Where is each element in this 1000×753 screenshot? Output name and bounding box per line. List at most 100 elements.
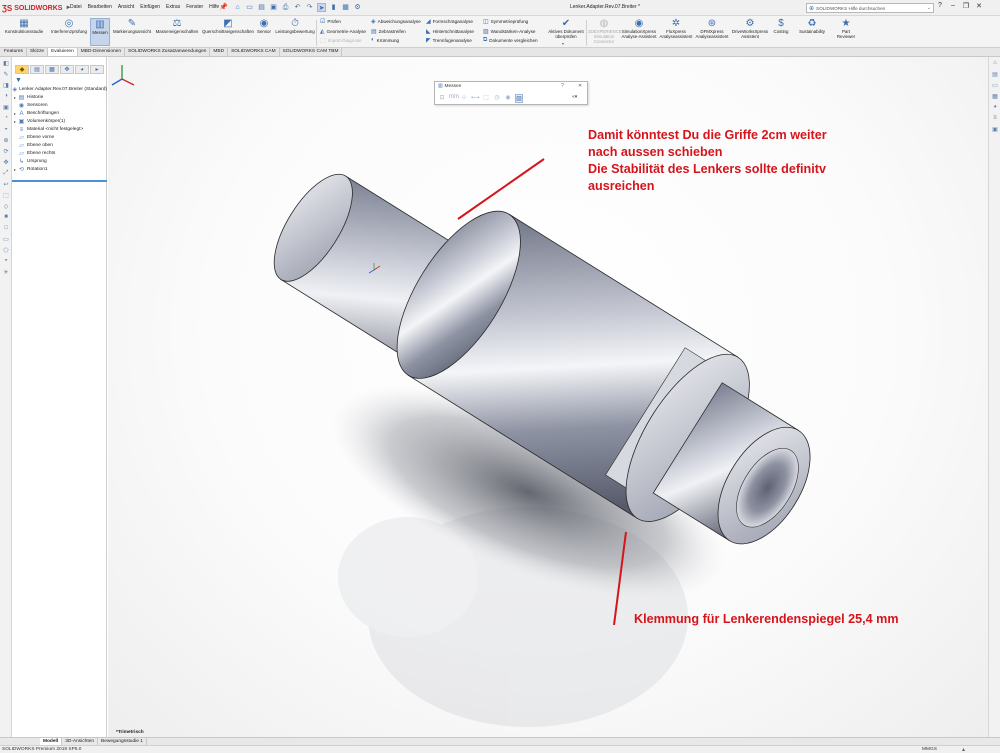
dfmxpress-button[interactable]: ⊛ DFMXpress Analyseassistent [695,18,729,39]
design-library-icon[interactable]: ▤ [989,71,1000,79]
display-icon[interactable]: ◨ [0,82,12,90]
messen-dialog[interactable]: ▥ Messen ? ✕ ⊡ mm ⊹ ⟷ ⬚ ◷ ◉ ▨ «▾ [434,81,588,105]
help-search-input[interactable]: ⊕ SOLIDWORKS Hilfe durchsuchen ⌄ [806,3,934,13]
tree-item-volumenkoerper[interactable]: ▸ ▣ Volumenkörper(1) [12,118,107,126]
markierungsansicht-button[interactable]: ✎ Markierungsansicht [111,18,153,34]
dokumente-vergleichen-button[interactable]: ⧉ Dokumente vergleichen [483,37,538,44]
configuration-manager-tab-icon[interactable]: ▦ [45,65,59,74]
appearance-icon[interactable]: ◔ [0,115,12,123]
menu-hilfe[interactable]: Hilfe [209,4,219,10]
zoom-icon[interactable]: ⊕ [0,137,12,145]
view-palette-icon[interactable]: ▦ [989,93,1000,101]
help-button[interactable]: ? [561,83,564,89]
undo-icon[interactable]: ↶ [293,3,302,12]
tab-evaluieren[interactable]: Evaluieren [48,48,78,56]
sensor-button[interactable]: ◉ Sensor [256,18,272,34]
show-xyz-icon[interactable]: ⊹ [460,94,468,103]
tree-item-ebene-oben[interactable]: ▱ Ebene oben [12,142,107,150]
trennfugenanalyse-button[interactable]: ◤ Trennfugenanalyse [426,37,472,44]
kruemmung-button[interactable]: ◐ Krümmung [371,37,399,43]
feature-manager-tab-icon[interactable]: ◆ [15,65,29,74]
dimxpert-tab-icon[interactable]: ✥ [60,65,74,74]
masseneigenschaften-button[interactable]: ⚖ Masseneigenschaften [154,18,200,34]
hide-show-icon[interactable]: ◑ [0,93,12,101]
minimize-icon[interactable]: – [949,2,957,10]
measure-history-icon[interactable]: ◷ [493,94,501,103]
point-to-point-icon[interactable]: ⟷ [471,94,480,103]
konstruktionsstudie-button[interactable]: ▦ Konstruktionsstudie [3,18,45,34]
3dexperience-simulation-button[interactable]: ◍ 3DEXPERIENCE Simulation Connector [588,18,622,44]
appearances-icon[interactable]: ◕ [989,104,1000,112]
file-properties-icon[interactable]: ▦ [341,3,350,12]
print-icon[interactable]: ⎙ [281,3,290,12]
symmetriepruefung-button[interactable]: ◫ Symmetrieprüfung [483,18,528,25]
tree-item-sensoren[interactable]: ◉ Sensoren [12,102,107,110]
open-icon[interactable]: ▤ [257,3,266,12]
tree-item-beschriftungen[interactable]: ▸ A Beschriftungen [12,110,107,118]
filter-icon[interactable]: ▼ [15,77,22,84]
forum-icon[interactable]: ▣ [989,126,1000,134]
driveworksxpress-button[interactable]: ⚙ DriveWorksXpress Assistent [731,18,769,39]
menu-datei[interactable]: Datei [70,4,82,10]
tree-item-ursprung[interactable]: ↳ Ursprung [12,158,107,166]
tab-cam-tbm[interactable]: SOLIDWORKS CAM TBM [280,48,343,56]
home-icon[interactable]: ⌂ [233,3,242,12]
tab-mbd-dimensionen[interactable]: MBD-Dimensionen [78,48,126,56]
graphics-area[interactable]: Damit könntest Du die Griffe 2cm weiter … [108,57,988,737]
previous-view-icon[interactable]: ↩ [0,181,12,189]
arc-circle-measure-icon[interactable]: ⊡ [438,94,446,103]
options-icon[interactable]: ⚙ [353,3,362,12]
menu-extras[interactable]: Extras [166,4,180,10]
aktives-dokument-pruefen-button[interactable]: ✔ Aktives Dokument überprüfen [546,18,586,39]
collapse-icon[interactable]: «▾ [572,94,577,100]
rebuild-icon[interactable]: ▮ [329,3,338,12]
costing-button[interactable]: $ Costing [771,18,791,34]
interferenzpruefung-button[interactable]: ◎ Interferenzprüfung [48,18,90,34]
tab-bewegungsstudie[interactable]: Bewegungsstudie 1 [98,738,147,745]
rotate-icon[interactable]: ⟳ [0,148,12,156]
tree-item-ebene-vorne[interactable]: ▱ Ebene vorne [12,134,107,142]
unit-system[interactable]: MMGS [922,747,937,752]
tree-item-ebene-rechts[interactable]: ▱ Ebene rechts [12,150,107,158]
tree-item-material[interactable]: ≡ Material <nicht festgelegt> [12,126,107,134]
tab-skizze[interactable]: Skizze [27,48,49,56]
tab-zusatzanwendungen[interactable]: SOLIDWORKS Zusatzanwendungen [125,48,211,56]
tab-features[interactable]: Features [1,48,27,56]
zebrastreifen-button[interactable]: ▤ Zebrastreifen [371,28,406,35]
tab-mbd[interactable]: MBD [210,48,229,56]
tree-more-icon[interactable]: ▸ [90,65,104,74]
edges-icon[interactable]: ▭ [0,236,12,244]
sketch-icon[interactable]: ✎ [0,71,12,79]
solidworks-resources-icon[interactable]: ⌂ [989,60,1000,68]
close-icon[interactable]: ✕ [578,83,582,89]
dropdown-arrow-icon[interactable]: ▾ [562,41,564,46]
fit-icon[interactable]: ⤢ [0,170,12,178]
leistungsbewertung-button[interactable]: ⏱ Leistungsbewertung [274,18,316,34]
simulationxpress-button[interactable]: ◉ SimulationXpress Analyse-Assistent [620,18,658,39]
projection-icon[interactable]: ⬚ [482,94,490,103]
search-dropdown-icon[interactable]: ⌄ [927,5,931,11]
sustainability-button[interactable]: ♻ Sustainability [796,18,828,34]
hinterschnittanalyse-button[interactable]: ◣ Hinterschnittanalyse [426,28,474,35]
graph-icon[interactable]: ▨ [515,94,523,103]
menu-fenster[interactable]: Fenster [186,4,203,10]
close-icon[interactable]: ✕ [975,2,983,10]
shaded-icon[interactable]: ■ [0,214,12,222]
menu-bearbeiten[interactable]: Bearbeiten [88,4,112,10]
view-icon[interactable]: ◧ [0,60,12,68]
status-options-icon[interactable]: ▴ [962,746,965,753]
save-icon[interactable]: ▣ [269,3,278,12]
querschnittseigenschaften-button[interactable]: ◩ Querschnittseigenschaften [201,18,255,34]
custom-properties-icon[interactable]: ≡ [989,115,1000,123]
select-icon[interactable]: ➤ [317,3,326,12]
solidworks-logo[interactable]: ƷS SOLIDWORKS ► [2,2,71,14]
restore-icon[interactable]: ❐ [962,2,970,10]
new-document-icon[interactable]: ▭ [245,3,254,12]
file-explorer-icon[interactable]: ▭ [989,82,1000,90]
scene-icon[interactable]: ◒ [0,126,12,134]
tree-item-rotation1[interactable]: ▸ ⟲ Rotation1 [12,166,107,174]
pan-icon[interactable]: ✥ [0,159,12,167]
display-manager-tab-icon[interactable]: ◕ [75,65,89,74]
standard-views-icon[interactable]: ⬚ [0,192,12,200]
help-icon[interactable]: ? [936,2,944,10]
